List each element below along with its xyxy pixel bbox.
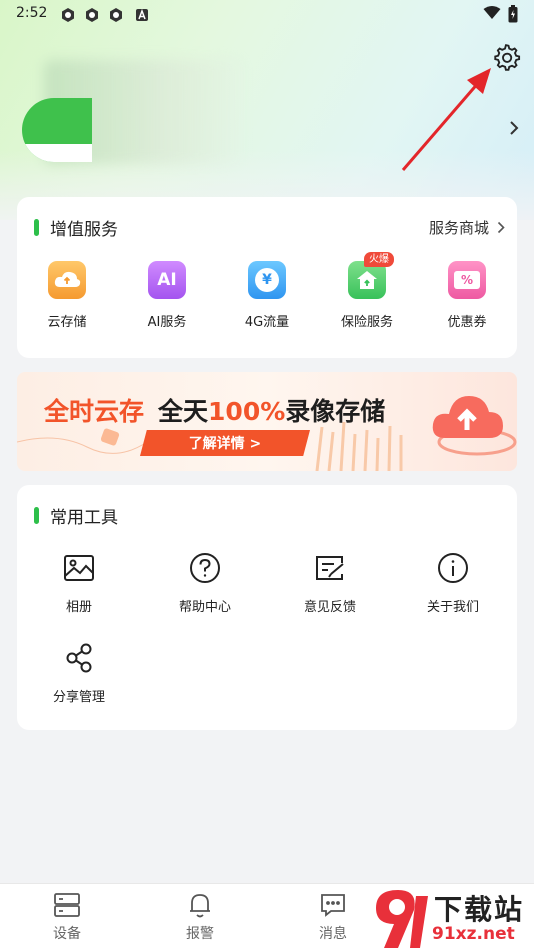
common-tools-card: 常用工具 相册 帮助中心 意见反馈 关于我们 分享管理 bbox=[17, 485, 517, 730]
nav-item-alarm[interactable]: 报警 bbox=[160, 890, 240, 943]
data-flow-icon: ¥ bbox=[248, 261, 286, 299]
cloud-storage-banner[interactable]: 全时云存 全天100%录像存储 了解详情 > bbox=[17, 372, 517, 471]
tool-album[interactable]: 相册 bbox=[29, 551, 129, 615]
service-mall-label: 服务商城 bbox=[428, 219, 489, 237]
insurance-icon: 火爆 bbox=[348, 252, 394, 299]
chevron-right-icon bbox=[497, 221, 505, 234]
app-notification-icon bbox=[110, 8, 122, 22]
cloud-storage-icon bbox=[48, 261, 86, 299]
app-notification-icon bbox=[62, 8, 74, 22]
watermark-site: 91xz.net bbox=[432, 924, 515, 944]
tool-share-management[interactable]: 分享管理 bbox=[29, 641, 129, 705]
nav-item-messages[interactable]: 消息 bbox=[293, 890, 373, 943]
ai-icon: AI bbox=[148, 261, 186, 299]
coupon-icon: % bbox=[448, 261, 486, 299]
nav-label: 报警 bbox=[186, 926, 214, 942]
section-title: 常用工具 bbox=[50, 508, 118, 528]
nav-label: 消息 bbox=[319, 926, 347, 942]
share-icon bbox=[62, 641, 96, 675]
value-added-services-card: 增值服务 服务商城 云存储 AI AI服务 ¥ 4G流量 火爆 保险服务 % 优… bbox=[17, 197, 517, 358]
tool-label: 分享管理 bbox=[52, 690, 105, 705]
section-accent-bar bbox=[34, 507, 39, 524]
hot-badge: 火爆 bbox=[364, 252, 394, 267]
tool-label: 意见反馈 bbox=[303, 600, 356, 615]
a-badge-icon bbox=[136, 8, 148, 21]
watermark-title: 下载站 bbox=[434, 893, 525, 926]
service-label: 优惠券 bbox=[447, 315, 487, 330]
nav-label: 设备 bbox=[53, 926, 81, 942]
learn-more-button[interactable]: 了解详情 > bbox=[140, 430, 310, 456]
tool-feedback[interactable]: 意见反馈 bbox=[280, 551, 380, 615]
message-icon bbox=[318, 890, 348, 920]
service-label: 4G流量 bbox=[244, 315, 290, 330]
watermark-logo bbox=[376, 890, 428, 948]
annotation-arrow-icon bbox=[401, 68, 491, 171]
status-bar: 2:52 bbox=[0, 0, 534, 30]
battery-icon bbox=[508, 5, 518, 23]
service-label: 保险服务 bbox=[340, 315, 393, 330]
tool-label: 相册 bbox=[65, 600, 92, 615]
nav-item-devices[interactable]: 设备 bbox=[27, 890, 107, 943]
info-icon bbox=[436, 551, 470, 585]
service-mall-link[interactable]: 服务商城 bbox=[429, 217, 505, 238]
site-watermark: 下载站 91xz.net bbox=[370, 886, 534, 950]
tool-help-center[interactable]: 帮助中心 bbox=[155, 551, 255, 615]
chevron-right-icon[interactable] bbox=[509, 120, 519, 136]
service-item-ai[interactable]: AI AI服务 bbox=[122, 261, 212, 330]
wifi-icon bbox=[483, 6, 501, 19]
help-icon bbox=[188, 551, 222, 585]
bell-icon bbox=[185, 890, 215, 920]
section-accent-bar bbox=[34, 219, 39, 236]
app-notification-icon bbox=[86, 8, 98, 22]
cloud-upload-icon bbox=[432, 396, 503, 438]
banner-title: 全时云存 全天100%录像存储 bbox=[44, 397, 386, 426]
tool-label: 帮助中心 bbox=[178, 600, 231, 615]
feedback-icon bbox=[313, 551, 347, 585]
service-item-insurance[interactable]: 火爆 保险服务 bbox=[322, 252, 412, 330]
device-icon bbox=[52, 890, 82, 920]
tool-about-us[interactable]: 关于我们 bbox=[403, 551, 503, 615]
section-title: 增值服务 bbox=[50, 220, 118, 240]
service-item-cloud-storage[interactable]: 云存储 bbox=[22, 261, 112, 330]
service-item-4g[interactable]: ¥ 4G流量 bbox=[222, 261, 312, 330]
service-item-coupon[interactable]: % 优惠券 bbox=[422, 261, 512, 330]
album-icon bbox=[62, 551, 96, 585]
service-label: 云存储 bbox=[47, 315, 87, 330]
status-time: 2:52 bbox=[16, 5, 48, 21]
service-label: AI服务 bbox=[147, 315, 187, 330]
avatar[interactable] bbox=[22, 98, 92, 162]
tool-label: 关于我们 bbox=[426, 600, 479, 615]
